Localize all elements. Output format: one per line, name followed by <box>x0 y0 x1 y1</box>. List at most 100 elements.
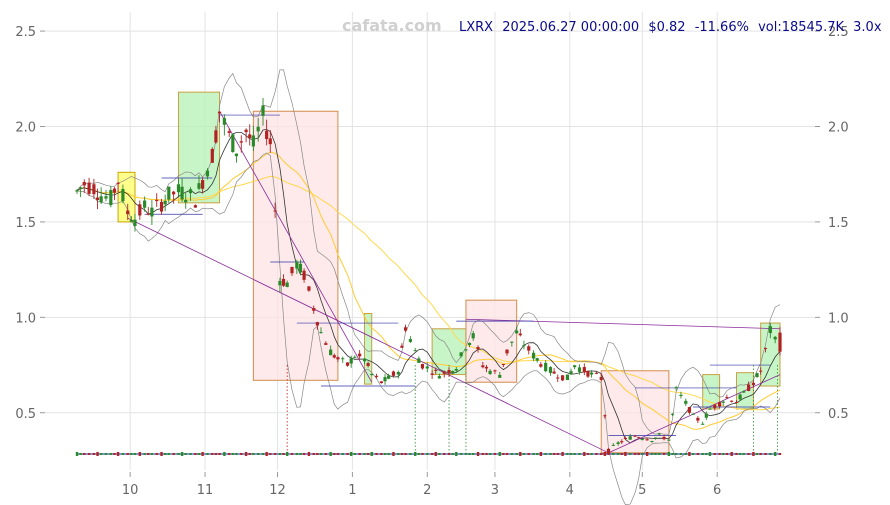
volume-bar <box>426 452 429 455</box>
candle-body <box>400 345 404 348</box>
candle-body <box>768 326 772 334</box>
candle-body <box>82 182 86 186</box>
candle-body <box>471 333 475 339</box>
candle-body <box>662 436 666 440</box>
candle-body <box>484 366 489 369</box>
candle-body <box>548 367 553 373</box>
volume-bar <box>316 452 319 455</box>
volume-bar <box>566 452 569 455</box>
candle-body <box>87 182 91 194</box>
candle-body <box>278 280 282 286</box>
volume-bar <box>549 452 552 455</box>
volume-bar <box>464 452 468 455</box>
header-multiplier: 3.0x <box>853 20 882 35</box>
candle-body <box>442 371 446 374</box>
candle-body <box>687 407 692 413</box>
candle-body <box>620 441 624 443</box>
candle-body <box>383 377 387 382</box>
volume-bar <box>471 452 475 455</box>
candle-body <box>290 266 294 274</box>
volume-bar <box>671 452 674 455</box>
volume-bar <box>778 452 782 455</box>
volume-bar <box>650 452 654 455</box>
volume-bar <box>688 451 691 456</box>
volume-bar <box>189 452 192 455</box>
candle-body <box>653 437 658 439</box>
volume-bar <box>138 451 142 456</box>
candle-body <box>738 394 742 400</box>
candle-body <box>285 282 289 288</box>
candle-body <box>527 346 531 351</box>
volume-bar <box>96 451 99 456</box>
zone-box <box>252 110 339 381</box>
candle-body <box>349 358 353 364</box>
candle-body <box>92 184 96 195</box>
volume-bar <box>172 452 175 455</box>
candle-body <box>234 153 239 157</box>
volume-bar <box>409 452 412 455</box>
candle-body <box>256 126 260 132</box>
candle-body <box>95 197 100 200</box>
candle-body <box>358 353 362 357</box>
volume-bar <box>329 451 332 456</box>
candle-body <box>742 391 746 393</box>
volume-bar <box>99 452 103 455</box>
candle-body <box>176 184 181 193</box>
x-tick-label: 3 <box>491 483 499 498</box>
volume-bar <box>143 452 146 455</box>
watermark: cafata.com <box>342 16 442 35</box>
x-tick-label: 1 <box>348 483 356 498</box>
volume-bar <box>366 452 370 455</box>
volume-bar <box>705 452 708 455</box>
volume-bar <box>679 452 683 455</box>
volume-bar <box>515 452 518 455</box>
candle-body <box>637 437 641 439</box>
volume-bar <box>214 452 218 455</box>
candle-body <box>129 220 133 222</box>
header-datetime: 2025.06.27 00:00:00 <box>502 20 639 35</box>
zone-box <box>465 299 518 383</box>
x-tick-label: 12 <box>269 483 286 498</box>
y-tick-label-left: 0.5 <box>15 407 36 422</box>
zone-box <box>117 171 136 223</box>
candle-body <box>265 130 269 140</box>
volume-bar <box>126 452 129 455</box>
candle-body <box>560 375 565 381</box>
candle-body <box>510 341 514 343</box>
candle-body <box>734 401 739 403</box>
volume-bar <box>269 452 272 455</box>
volume-bar <box>725 452 729 455</box>
volume-bar <box>476 451 480 456</box>
volume-bar <box>595 452 598 455</box>
candle-body <box>210 148 214 163</box>
candle-body <box>302 270 306 280</box>
y-tick-label-right: 1.5 <box>828 216 849 231</box>
volume-bar <box>481 452 485 455</box>
candle-body <box>498 374 502 378</box>
volume-bar <box>201 451 204 456</box>
volume-bar <box>603 451 607 456</box>
volume-bar <box>130 452 133 455</box>
volume-bar <box>235 452 238 455</box>
volume-bar <box>667 451 671 456</box>
volume-bar <box>133 452 137 455</box>
candle-body <box>362 358 367 362</box>
candle-body <box>713 404 717 409</box>
candle-body <box>353 356 357 358</box>
volume-bar <box>691 452 695 455</box>
candle-body <box>184 199 188 203</box>
candle-body <box>417 358 421 363</box>
candle-body <box>704 413 708 418</box>
volume-bar <box>197 452 201 455</box>
volume-bar <box>759 452 762 455</box>
candle-body <box>573 365 577 368</box>
candle-body <box>143 200 147 208</box>
volume-bar <box>349 451 353 456</box>
volume-bar <box>240 452 243 455</box>
volume-bar <box>764 452 767 455</box>
candle-body <box>251 135 255 147</box>
y-tick-label-left: 2.5 <box>15 25 36 40</box>
plot-background <box>0 0 890 505</box>
candle-body <box>447 369 451 374</box>
volume-bar <box>578 452 581 455</box>
